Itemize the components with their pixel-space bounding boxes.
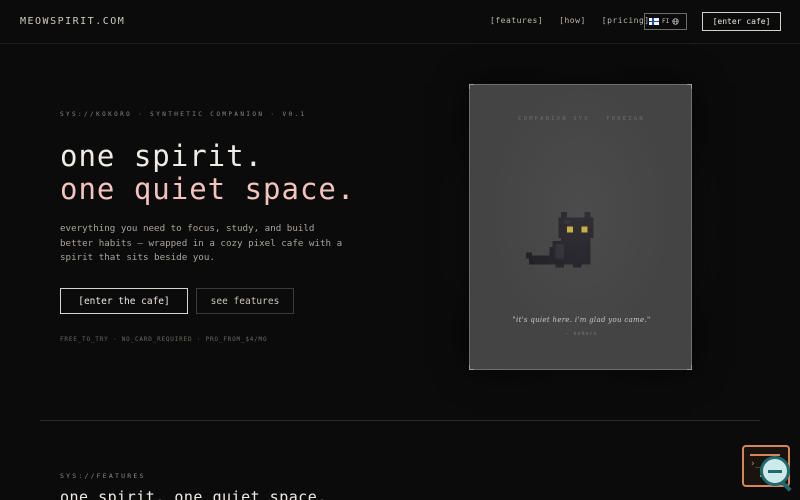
card-corner bbox=[687, 84, 692, 89]
companion-card: COMPANION SYS · FOREIGN "it's quiet here… bbox=[469, 84, 692, 370]
finland-flag-icon bbox=[649, 18, 659, 25]
hero-title-line1: one spirit. bbox=[60, 139, 264, 173]
hero-title: one spirit. one quiet space. bbox=[60, 140, 355, 206]
hero-eyebrow: SYS://KOKORO · SYNTHETIC COMPANION · V0.… bbox=[60, 111, 307, 118]
card-corner bbox=[687, 365, 692, 370]
hero-title-line2: one quiet space. bbox=[60, 172, 356, 206]
top-nav: MEOWSPIRIT.COM [features] [how] [pricing… bbox=[0, 0, 800, 44]
card-title: COMPANION SYS · FOREIGN bbox=[518, 116, 645, 122]
enter-cafe-nav-button[interactable]: [enter cafe] bbox=[702, 12, 781, 31]
nav-link-pricing[interactable]: [pricing] bbox=[602, 16, 650, 25]
hero-description: everything you need to focus, study, and… bbox=[60, 223, 343, 263]
brand-logo[interactable]: MEOWSPIRIT.COM bbox=[20, 16, 125, 27]
nav-link-features[interactable]: [features] bbox=[490, 16, 543, 25]
features-title: one spirit. one quiet space. bbox=[60, 488, 327, 500]
card-corner bbox=[469, 365, 474, 370]
enter-cafe-button[interactable]: [enter the cafe] bbox=[60, 288, 188, 314]
language-code: FI bbox=[662, 18, 670, 25]
globe-icon bbox=[672, 18, 679, 25]
card-corner bbox=[469, 84, 474, 89]
magnifier-icon[interactable] bbox=[760, 456, 790, 486]
nav-links: [features] [how] [pricing] bbox=[490, 16, 650, 25]
features-eyebrow: SYS://FEATURES bbox=[60, 472, 146, 480]
language-selector[interactable]: FI bbox=[644, 13, 687, 30]
section-divider bbox=[40, 420, 760, 421]
nav-link-how[interactable]: [how] bbox=[559, 16, 586, 25]
pixel-cat-icon bbox=[526, 211, 594, 268]
see-features-button[interactable]: see features bbox=[196, 288, 294, 314]
hero-tags: FREE_TO_TRY · NO_CARD_REQUIRED · PRO_FRO… bbox=[60, 336, 268, 343]
companion-quote: "it's quiet here. i'm glad you came." bbox=[512, 316, 651, 324]
quote-signature: — kokoro bbox=[565, 331, 598, 337]
